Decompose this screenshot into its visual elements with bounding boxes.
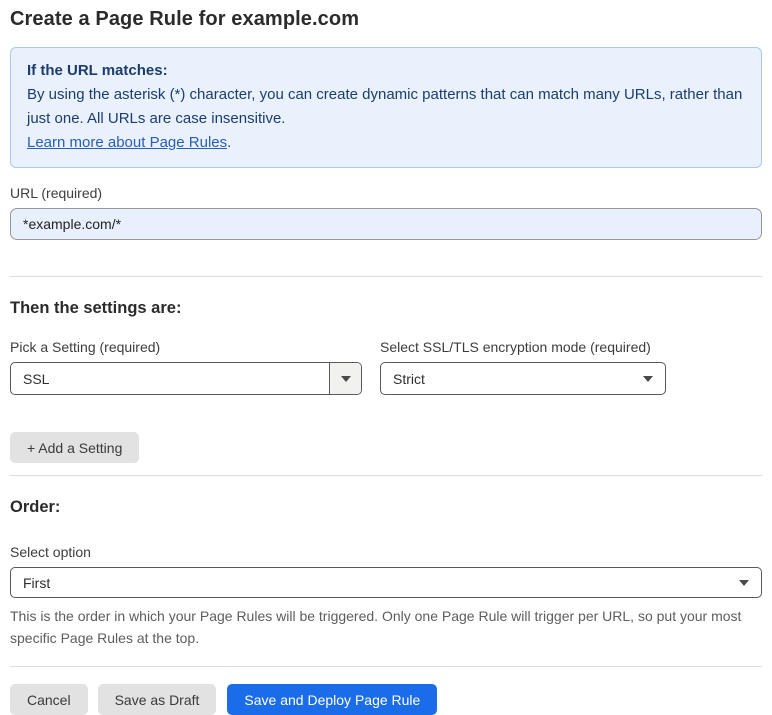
cancel-button[interactable]: Cancel xyxy=(10,684,88,715)
settings-section-heading: Then the settings are: xyxy=(10,299,182,317)
caret-down-icon xyxy=(739,579,749,586)
caret-down-icon xyxy=(643,375,653,382)
section-divider xyxy=(10,666,762,667)
url-match-info-box: If the URL matches: By using the asteris… xyxy=(10,47,762,168)
page-title: Create a Page Rule for example.com xyxy=(10,8,360,30)
pick-setting-arrow-cell[interactable] xyxy=(329,363,361,394)
url-field-label: URL (required) xyxy=(10,185,103,201)
ssl-mode-select[interactable]: Strict xyxy=(380,362,666,395)
order-section-heading: Order: xyxy=(10,498,61,516)
add-setting-button[interactable]: + Add a Setting xyxy=(10,432,140,463)
ssl-mode-column: Select SSL/TLS encryption mode (required… xyxy=(380,339,666,395)
order-select-label: Select option xyxy=(10,544,91,560)
caret-down-icon xyxy=(340,375,351,382)
info-box-body: By using the asterisk (*) character, you… xyxy=(27,86,743,127)
info-box-heading: If the URL matches: xyxy=(27,62,168,79)
footer-buttons: Cancel Save as Draft Save and Deploy Pag… xyxy=(10,684,762,715)
create-page-rule-form: Create a Page Rule for example.com If th… xyxy=(0,0,772,715)
info-box-link-line: Learn more about Page Rules. xyxy=(27,131,745,155)
ssl-mode-label: Select SSL/TLS encryption mode (required… xyxy=(380,339,651,355)
section-divider xyxy=(10,276,762,277)
ssl-mode-value: Strict xyxy=(393,370,425,387)
learn-more-link[interactable]: Learn more about Page Rules xyxy=(27,134,227,151)
settings-row: Pick a Setting (required) SSL Select SSL… xyxy=(10,339,762,395)
save-and-deploy-button[interactable]: Save and Deploy Page Rule xyxy=(227,684,438,715)
pick-setting-column: Pick a Setting (required) SSL xyxy=(10,339,362,395)
order-help-text: This is the order in which your Page Rul… xyxy=(10,608,742,646)
save-as-draft-button[interactable]: Save as Draft xyxy=(97,684,217,715)
order-select[interactable]: First xyxy=(10,567,762,598)
order-select-value: First xyxy=(23,574,51,591)
url-input[interactable] xyxy=(10,208,762,240)
link-suffix: . xyxy=(227,134,232,151)
section-divider xyxy=(10,475,762,476)
pick-setting-select[interactable]: SSL xyxy=(10,362,362,395)
pick-setting-label: Pick a Setting (required) xyxy=(10,339,161,355)
pick-setting-value: SSL xyxy=(23,370,50,387)
